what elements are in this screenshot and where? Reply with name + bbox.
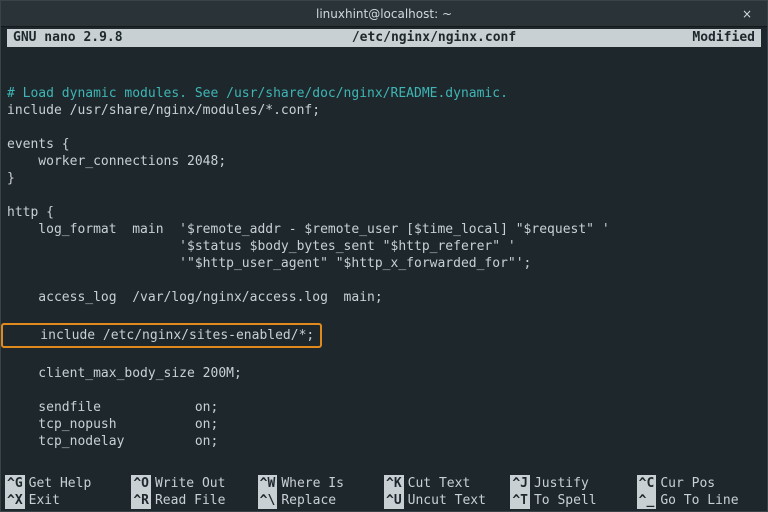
shortcut-key: ^X (5, 492, 25, 509)
shortcut-cur-pos[interactable]: ^CCur Pos (637, 475, 763, 492)
shortcut-exit[interactable]: ^XExit (5, 492, 131, 509)
shortcut-key: ^\ (258, 492, 278, 509)
code-line: client_max_body_size 200M; (7, 366, 242, 381)
shortcut-key: ^_ (637, 492, 657, 509)
shortcut-label: Exit (29, 492, 60, 509)
close-button[interactable]: × (735, 1, 759, 27)
nano-status: Modified (655, 29, 755, 47)
nano-filename: /etc/nginx/nginx.conf (213, 29, 655, 47)
code-line: tcp_nopush on; (7, 417, 218, 432)
shortcut-key: ^R (131, 492, 151, 509)
shortcut-key: ^T (510, 492, 530, 509)
window-titlebar: linuxhint@localhost: ~ × (1, 1, 767, 27)
terminal-window: linuxhint@localhost: ~ × GNU nano 2.9.8 … (0, 0, 768, 512)
shortcut-key: ^W (258, 475, 278, 492)
code-line: worker_connections 2048; (7, 154, 226, 169)
code-line: } (7, 171, 15, 186)
shortcut-get-help[interactable]: ^GGet Help (5, 475, 131, 492)
shortcut-label: Write Out (155, 475, 225, 492)
editor-area[interactable]: # Load dynamic modules. See /usr/share/d… (1, 47, 767, 475)
shortcut-uncut-text[interactable]: ^UUncut Text (384, 492, 510, 509)
highlighted-line: include /etc/nginx/sites-enabled/*; (1, 323, 322, 348)
code-line: http { (7, 205, 54, 220)
code-line: log_format main '$remote_addr - $remote_… (7, 222, 610, 237)
shortcut-replace[interactable]: ^\Replace (258, 492, 384, 509)
code-line: include /usr/share/nginx/modules/*.conf; (7, 103, 320, 118)
code-line: '$status $body_bytes_sent "$http_referer… (7, 239, 516, 254)
shortcut-go-to-line[interactable]: ^_Go To Line (637, 492, 763, 509)
shortcut-justify[interactable]: ^JJustify (510, 475, 636, 492)
code-comment: # Load dynamic modules. See /usr/share/d… (7, 86, 508, 101)
shortcut-label: Justify (534, 475, 589, 492)
shortcut-where-is[interactable]: ^WWhere Is (258, 475, 384, 492)
code-line: '"$http_user_agent" "$http_x_forwarded_f… (7, 256, 531, 271)
shortcut-cut-text[interactable]: ^KCut Text (384, 475, 510, 492)
shortcut-label: Uncut Text (408, 492, 486, 509)
shortcut-key: ^O (131, 475, 151, 492)
shortcut-label: Where Is (281, 475, 344, 492)
window-title: linuxhint@localhost: ~ (316, 7, 452, 21)
close-icon: × (742, 7, 752, 21)
shortcut-label: Cur Pos (660, 475, 715, 492)
shortcut-key: ^K (384, 475, 404, 492)
nano-version: GNU nano 2.9.8 (13, 29, 213, 47)
nano-header-bar: GNU nano 2.9.8 /etc/nginx/nginx.conf Mod… (7, 29, 761, 47)
shortcut-label: Cut Text (408, 475, 471, 492)
shortcut-to-spell[interactable]: ^TTo Spell (510, 492, 636, 509)
code-line: sendfile on; (7, 400, 218, 415)
shortcut-label: Get Help (29, 475, 92, 492)
shortcut-key: ^U (384, 492, 404, 509)
shortcut-key: ^J (510, 475, 530, 492)
shortcut-key: ^C (637, 475, 657, 492)
shortcut-write-out[interactable]: ^OWrite Out (131, 475, 257, 492)
shortcut-label: Replace (281, 492, 336, 509)
shortcut-read-file[interactable]: ^RRead File (131, 492, 257, 509)
blank-line (7, 69, 15, 84)
shortcut-label: Go To Line (660, 492, 738, 509)
shortcut-label: To Spell (534, 492, 597, 509)
nano-shortcuts: ^GGet Help ^OWrite Out ^WWhere Is ^KCut … (1, 475, 767, 511)
code-line: access_log /var/log/nginx/access.log mai… (7, 290, 383, 305)
shortcut-key: ^G (5, 475, 25, 492)
code-line: tcp_nodelay on; (7, 434, 218, 449)
code-line: events { (7, 137, 70, 152)
shortcut-label: Read File (155, 492, 225, 509)
